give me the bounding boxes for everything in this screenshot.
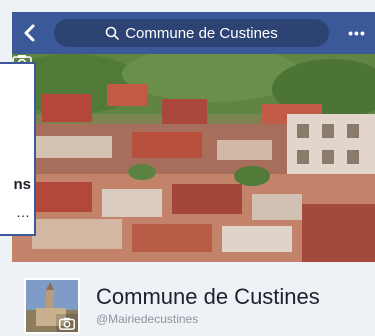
cover-photo[interactable] bbox=[12, 54, 375, 262]
search-icon bbox=[105, 26, 120, 40]
more-horizontal-icon: ••• bbox=[348, 25, 366, 41]
top-navigation-bar: Commune de Custines ••• bbox=[12, 12, 375, 54]
page-handle: @Mairiedecustines bbox=[96, 312, 199, 326]
more-horizontal-icon[interactable]: … bbox=[16, 204, 31, 220]
avatar[interactable] bbox=[24, 278, 80, 334]
back-button[interactable] bbox=[12, 12, 48, 54]
search-query-text: Commune de Custines bbox=[125, 24, 278, 42]
chevron-left-icon bbox=[24, 24, 35, 42]
side-panel-title: ns bbox=[13, 176, 31, 193]
camera-icon[interactable] bbox=[56, 314, 78, 332]
cover-photo-image bbox=[12, 54, 375, 262]
side-panel-card: ns … bbox=[0, 62, 36, 236]
search-field[interactable]: Commune de Custines bbox=[54, 19, 329, 47]
page-title: Commune de Custines bbox=[96, 284, 320, 309]
more-options-button[interactable]: ••• bbox=[339, 12, 375, 54]
page-info: Commune de Custines @Mairiedecustines bbox=[12, 262, 375, 336]
